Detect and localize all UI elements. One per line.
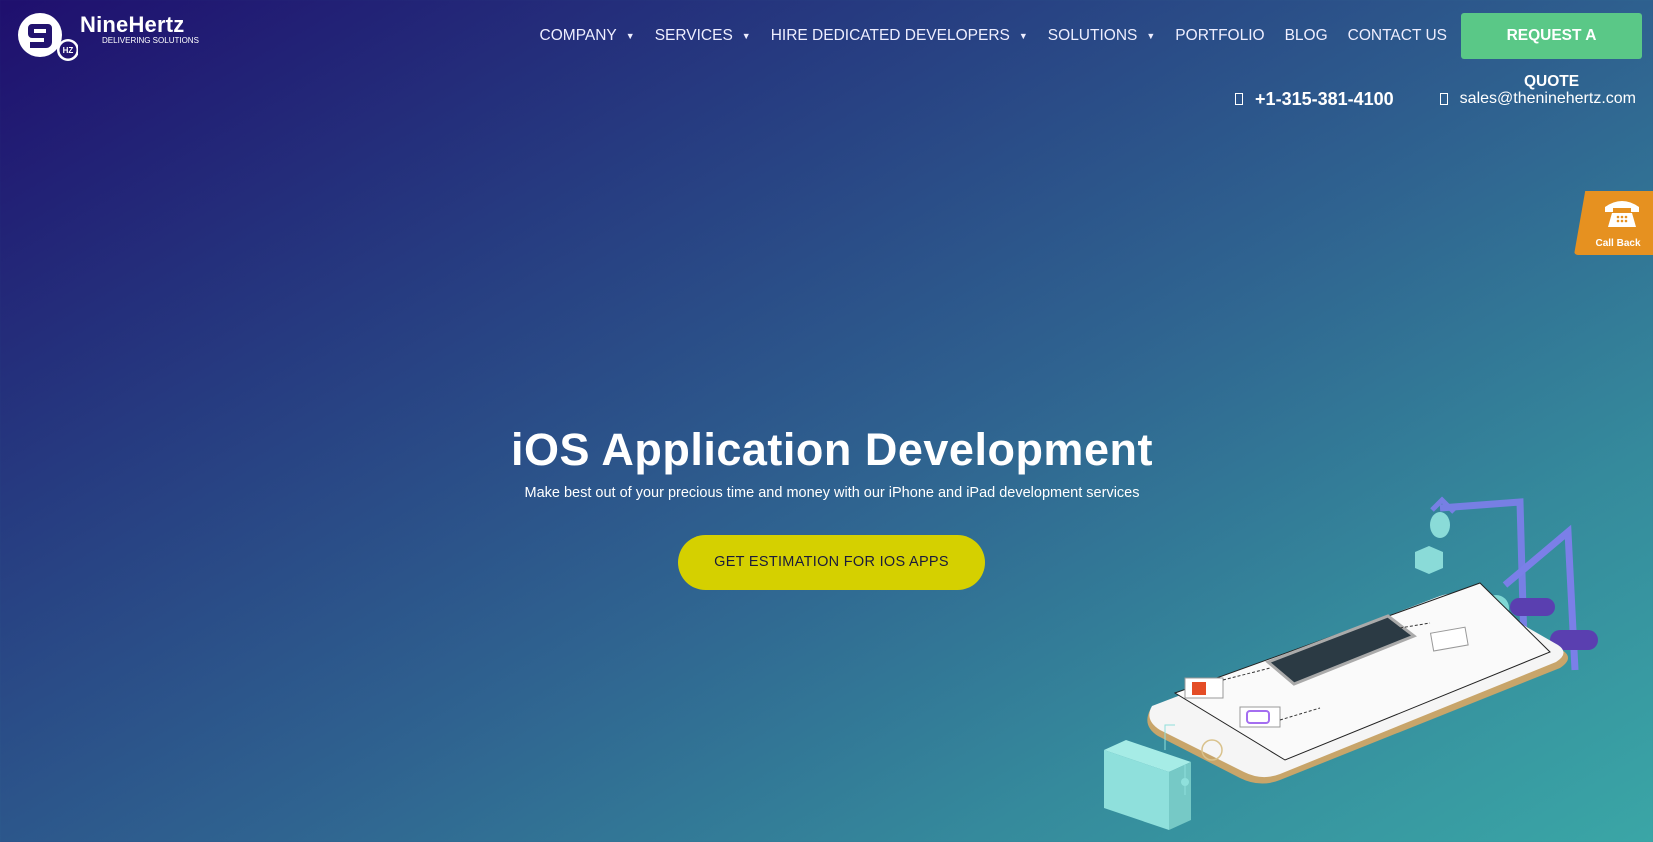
nav-label: SOLUTIONS [1047, 27, 1138, 44]
nav-contact-us[interactable]: CONTACT US [1348, 27, 1447, 45]
main-nav: COMPANY ▼ SERVICES ▼ HIRE DEDICATED DEVELO… [540, 13, 1642, 90]
email-icon [1439, 93, 1448, 105]
caret-down-icon: ▼ [625, 31, 635, 41]
logo-tagline: DELIVERING SOLUTIONS [102, 36, 199, 45]
phone-number: +1-315-381-4100 [1255, 88, 1394, 109]
request-quote-button[interactable]: REQUEST A QUOTE [1461, 13, 1642, 90]
email-address: sales@theninehertz.com [1459, 90, 1636, 107]
telephone-icon [1605, 201, 1639, 227]
logo[interactable]: HZ NineHertz DELIVERING SOLUTIONS [16, 10, 206, 65]
caret-down-icon: ▼ [1146, 31, 1156, 41]
svg-text:HZ: HZ [63, 46, 74, 55]
phone [1147, 582, 1569, 784]
logo-mark: HZ [18, 13, 78, 61]
nav-label: COMPANY [539, 27, 617, 44]
phone-icon [1235, 93, 1244, 105]
nav-company[interactable]: COMPANY ▼ [540, 27, 635, 45]
call-back-tab[interactable]: Call Back [1574, 191, 1653, 255]
iphone-illustration [1104, 496, 1598, 830]
email-link[interactable]: sales@theninehertz.com [1439, 90, 1636, 108]
nav-portfolio[interactable]: PORTFOLIO [1175, 27, 1264, 45]
call-back-label: Call Back [1595, 238, 1641, 249]
nav-services[interactable]: SERVICES ▼ [655, 27, 751, 45]
nav-solutions[interactable]: SOLUTIONS ▼ [1048, 27, 1156, 45]
phone-link[interactable]: +1-315-381-4100 [1235, 89, 1394, 110]
nav-hire-dedicated-developers[interactable]: HIRE DEDICATED DEVELOPERS ▼ [771, 27, 1028, 45]
get-estimation-button[interactable]: GET ESTIMATION FOR IOS APPS [678, 535, 985, 590]
hero-title: iOS Application Development [511, 424, 1153, 475]
caret-down-icon: ▼ [1018, 31, 1028, 41]
nav-blog[interactable]: BLOG [1285, 27, 1328, 45]
logo-brand: NineHertz [80, 12, 185, 37]
contact-bar: +1-315-381-4100 sales@theninehertz.com [1235, 88, 1653, 110]
caret-down-icon: ▼ [741, 31, 751, 41]
nav-label: SERVICES [654, 27, 733, 44]
nav-label: HIRE DEDICATED DEVELOPERS [770, 27, 1010, 44]
